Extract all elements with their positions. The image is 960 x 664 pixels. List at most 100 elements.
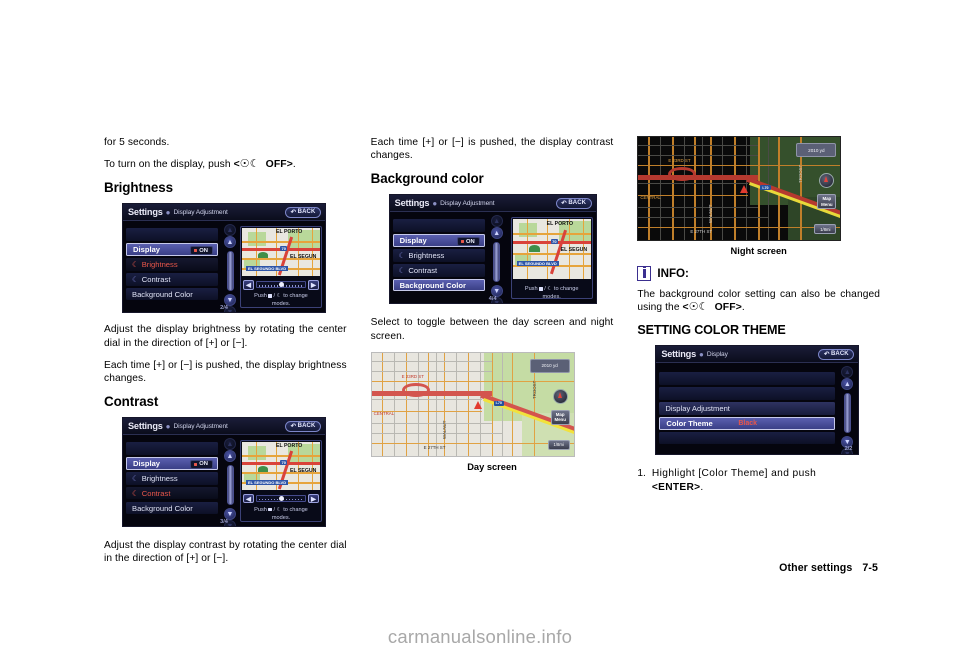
nav-page-indicator: 4/4	[488, 296, 497, 303]
map-info-box: 2010 yd	[529, 358, 570, 373]
minimap-day: EL PORTO EL SEGUN 70 EL SEGUNDO BLVD	[512, 219, 591, 280]
scroll-top-button[interactable]: ▲	[841, 366, 854, 379]
moon-icon: ☾	[132, 488, 139, 498]
nav-title: Settings	[394, 198, 430, 209]
map-menu-button[interactable]: Map Menu	[550, 409, 570, 425]
nav-back-button[interactable]: ↶ BACK	[285, 206, 321, 218]
on-indicator-icon	[194, 249, 198, 253]
scrollbar-track[interactable]	[843, 393, 851, 434]
scroll-up-button[interactable]: ▲	[490, 227, 503, 240]
info-icon	[637, 266, 652, 281]
paragraph-info-background-color: The background color setting can also be…	[637, 288, 880, 314]
nav-title-separator-icon: ●	[165, 421, 171, 431]
menu-row-display[interactable]: Display ON	[392, 234, 485, 247]
nav-page-indicator: 2/4	[220, 305, 228, 312]
nav-scroll-controls: ▲ ▲ ▼ ▼	[222, 224, 238, 313]
moon-icon: ☾	[132, 473, 139, 483]
nav-title-separator-icon: ●	[699, 349, 704, 359]
menu-row-background-color[interactable]: Background Color	[126, 501, 218, 515]
menu-row-contrast[interactable]: ☾ Contrast	[126, 273, 218, 286]
menu-label-display: Display	[399, 236, 427, 246]
paragraph-adjust-contrast: Adjust the display contrast by rotating …	[104, 540, 347, 565]
nav-subtitle: Display Adjustment	[440, 199, 495, 207]
display-on-badge: ON	[456, 237, 480, 246]
menu-row-display[interactable]: Display ON	[126, 457, 218, 470]
nav-title: Settings	[661, 349, 696, 360]
sun-moon-icon: ☉☾	[239, 158, 260, 171]
scrollbar-track[interactable]	[493, 242, 501, 283]
sun-moon-icon: ☉☾	[688, 301, 709, 314]
map-scale-button[interactable]: 1/8mi	[547, 439, 570, 450]
menu-row-brightness[interactable]: ☾ Brightness	[126, 258, 218, 271]
off-key-combo: <☉☾ OFF>	[233, 158, 293, 171]
nav-menu-list: Display Adjustment Color Theme Black	[659, 372, 836, 446]
paragraph-contrast-changes: Each time [+] or [−] is pushed, the disp…	[370, 137, 614, 162]
menu-row-background-color[interactable]: Background Color	[126, 287, 218, 301]
info-label: INFO:	[657, 267, 689, 280]
menu-label-display: Display	[133, 458, 161, 468]
paragraph-toggle-day-night: Select to toggle between the day screen …	[370, 317, 614, 342]
menu-label-background-color: Background Color	[132, 503, 193, 513]
nav-body: Display ON ☾ Brightness ☾ Contrast Backgro…	[123, 222, 325, 313]
slider-minus-button[interactable]: ◀	[243, 493, 254, 504]
nav-back-button[interactable]: ↶ BACK	[285, 420, 321, 432]
map-night-screen: I-70 E 23RD ST E 27TH ST WALNUT TROOST C…	[637, 136, 842, 241]
slider-plus-button[interactable]: ▶	[308, 280, 319, 290]
info-text-period: .	[741, 302, 745, 314]
slider-track[interactable]	[256, 495, 306, 503]
off-key-label: OFF	[714, 302, 736, 314]
menu-row-display[interactable]: Display ON	[126, 243, 218, 256]
scroll-up-button[interactable]: ▲	[224, 450, 236, 463]
preview-brightness-slider[interactable]: ◀ ▶	[243, 279, 319, 290]
nav-scroll-controls: ▲ ▲ ▼ ▼	[222, 438, 238, 527]
slider-minus-button[interactable]: ◀	[243, 280, 254, 290]
compass-icon[interactable]	[552, 388, 568, 404]
back-arrow-icon: ↶	[561, 200, 567, 208]
step-number: 1.	[637, 468, 646, 480]
slider-knob[interactable]	[278, 282, 284, 288]
on-indicator-icon	[194, 462, 198, 466]
moon-icon: ☾	[547, 286, 553, 293]
map-menu-button[interactable]: Map Menu	[817, 194, 837, 209]
off-key-combo: <☉☾ OFF>	[682, 301, 742, 314]
scroll-top-button[interactable]: ▲	[490, 215, 503, 228]
scrollbar-track[interactable]	[226, 465, 234, 506]
scrollbar-track[interactable]	[226, 251, 234, 292]
menu-label-contrast: Contrast	[141, 274, 171, 284]
menu-label-brightness: Brightness	[141, 473, 178, 483]
nav-back-button[interactable]: ↶ BACK	[818, 348, 855, 360]
scroll-up-button[interactable]: ▲	[841, 378, 854, 391]
info-block-header: INFO:	[637, 266, 880, 281]
menu-row-blank	[126, 442, 218, 455]
sun-square-icon	[268, 294, 272, 298]
menu-row-color-theme[interactable]: Color Theme Black	[659, 417, 836, 430]
map-scale-button[interactable]: 1/8mi	[814, 224, 837, 234]
menu-row-background-color[interactable]: Background Color	[392, 278, 485, 292]
turn-on-display-text: To turn on the display, push	[104, 159, 234, 171]
menu-label-brightness: Brightness	[141, 259, 178, 269]
footer-section-label: Other settings	[779, 562, 853, 574]
three-column-layout: for 5 seconds. To turn on the display, p…	[104, 136, 880, 564]
nav-body: Display ON ☾ Brightness ☾ Contrast Backgro…	[390, 213, 596, 304]
slider-track[interactable]	[256, 281, 306, 289]
on-indicator-icon	[460, 240, 464, 244]
slider-knob[interactable]	[278, 496, 284, 502]
paragraph-adjust-brightness: Adjust the display brightness by rotatin…	[104, 324, 347, 349]
column-left: for 5 seconds. To turn on the display, p…	[104, 136, 347, 564]
slider-plus-button[interactable]: ▶	[308, 493, 319, 504]
nav-back-label: BACK	[568, 200, 587, 207]
menu-row-brightness[interactable]: ☾ Brightness	[126, 472, 218, 485]
menu-row-contrast[interactable]: ☾ Contrast	[392, 264, 485, 277]
moon-icon: ☾	[132, 274, 139, 284]
nav-back-button[interactable]: ↶ BACK	[555, 197, 592, 209]
menu-row-display-adjustment[interactable]: Display Adjustment	[659, 402, 836, 415]
menu-row-brightness[interactable]: ☾ Brightness	[392, 249, 485, 262]
menu-row-contrast[interactable]: ☾ Contrast	[126, 486, 218, 500]
nav-screen-brightness: Settings ● Display Adjustment ↶ BACK Disp…	[122, 203, 326, 314]
preview-contrast-slider[interactable]: ◀ ▶	[243, 493, 319, 504]
scroll-top-button[interactable]: ▲	[224, 438, 236, 451]
scroll-up-button[interactable]: ▲	[224, 236, 236, 249]
display-on-badge: ON	[190, 460, 213, 469]
scroll-top-button[interactable]: ▲	[224, 224, 236, 237]
moon-icon: ☾	[398, 250, 406, 260]
